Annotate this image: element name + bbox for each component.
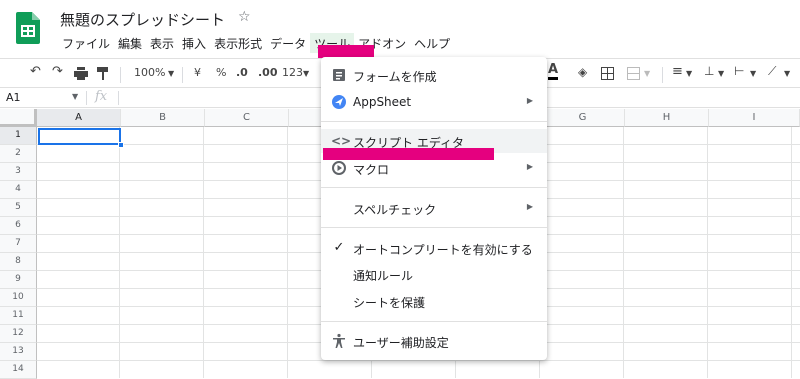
fx-icon: fx bbox=[95, 89, 108, 104]
undo-icon[interactable]: ↶ bbox=[30, 64, 41, 79]
menu-item-label: ユーザー補助設定 bbox=[353, 336, 449, 350]
print-icon[interactable] bbox=[74, 67, 88, 80]
zoom-select[interactable]: 100% bbox=[134, 66, 165, 79]
column-header[interactable]: G bbox=[541, 109, 625, 127]
merge-cells-icon[interactable] bbox=[627, 67, 640, 80]
align-caret-icon: ▼ bbox=[686, 69, 693, 78]
row-header[interactable]: 11 bbox=[0, 307, 37, 325]
row-header[interactable]: 2 bbox=[0, 145, 37, 163]
currency-button[interactable]: ¥ bbox=[194, 66, 201, 79]
menu-item-create-form[interactable]: フォームを作成 bbox=[321, 63, 547, 87]
merge-caret-icon: ▼ bbox=[644, 69, 651, 78]
menu-item-accessibility[interactable]: ユーザー補助設定 bbox=[321, 329, 547, 353]
text-color-icon[interactable]: A bbox=[548, 63, 559, 80]
menu-item-label: 通知ルール bbox=[353, 269, 414, 283]
header: 無題のスプレッドシート ☆ ファイル 編集 表示 挿入 表示形式 データ ツール… bbox=[0, 0, 800, 56]
row-header[interactable]: 5 bbox=[0, 199, 37, 217]
tools-menu: フォームを作成 AppSheet ▶ <> スクリプト エディタ マクロ ▶ ス… bbox=[321, 57, 547, 360]
borders-icon[interactable] bbox=[601, 67, 614, 80]
submenu-arrow-icon: ▶ bbox=[526, 96, 533, 105]
menu-item-label: シートを保護 bbox=[353, 296, 426, 310]
menu-edit[interactable]: 編集 bbox=[114, 33, 146, 53]
align-horizontal-icon[interactable]: ≡ bbox=[672, 64, 683, 79]
paint-format-icon[interactable] bbox=[97, 67, 109, 80]
menu-item-label: AppSheet bbox=[353, 95, 412, 109]
formula-divider bbox=[86, 91, 87, 105]
selected-cell-a1[interactable] bbox=[38, 128, 121, 145]
script-editor-highlight-marker bbox=[323, 148, 494, 160]
menu-format[interactable]: 表示形式 bbox=[210, 33, 266, 53]
row-header[interactable]: 12 bbox=[0, 325, 37, 343]
increase-decimal-button[interactable]: .00 bbox=[258, 66, 278, 79]
valign-caret-icon: ▼ bbox=[718, 69, 725, 78]
submenu-arrow-icon: ▶ bbox=[526, 162, 533, 171]
row-header[interactable]: 9 bbox=[0, 271, 37, 289]
menu-divider bbox=[321, 121, 547, 122]
menu-help[interactable]: ヘルプ bbox=[410, 33, 454, 53]
redo-icon[interactable]: ↷ bbox=[52, 64, 63, 79]
menu-file[interactable]: ファイル bbox=[58, 33, 114, 53]
menu-divider bbox=[321, 187, 547, 188]
sheets-logo-icon[interactable] bbox=[16, 12, 40, 44]
column-header[interactable]: H bbox=[625, 109, 709, 127]
submenu-arrow-icon: ▶ bbox=[526, 202, 533, 211]
text-wrap-icon[interactable]: ⊢ bbox=[734, 64, 744, 78]
menu-divider bbox=[321, 227, 547, 228]
accessibility-icon bbox=[333, 333, 345, 348]
menu-item-protect-sheet[interactable]: シートを保護 bbox=[321, 289, 547, 313]
check-icon: ✓ bbox=[333, 240, 345, 255]
text-rotation-icon[interactable]: ⟋ bbox=[768, 64, 776, 79]
column-header[interactable]: B bbox=[121, 109, 205, 127]
fill-handle[interactable] bbox=[118, 142, 124, 148]
macro-icon bbox=[332, 161, 346, 175]
column-header[interactable]: C bbox=[205, 109, 289, 127]
menu-item-label: マクロ bbox=[353, 163, 390, 177]
row-header[interactable]: 7 bbox=[0, 235, 37, 253]
menu-item-label: オートコンプリートを有効にする bbox=[353, 243, 533, 257]
appsheet-icon bbox=[332, 95, 346, 109]
menu-item-notification-rules[interactable]: 通知ルール bbox=[321, 262, 547, 286]
menu-view[interactable]: 表示 bbox=[146, 33, 178, 53]
menu-bar: ファイル 編集 表示 挿入 表示形式 データ ツール アドオン ヘルプ bbox=[58, 33, 454, 53]
toolbar-divider bbox=[182, 67, 183, 83]
toolbar-divider bbox=[120, 67, 121, 83]
row-header[interactable]: 1 bbox=[0, 127, 37, 145]
document-title[interactable]: 無題のスプレッドシート bbox=[60, 9, 225, 30]
column-header[interactable]: I bbox=[709, 109, 800, 127]
menu-data[interactable]: データ bbox=[266, 33, 310, 53]
menu-item-autocomplete[interactable]: ✓ オートコンプリートを有効にする bbox=[321, 236, 547, 260]
row-header[interactable]: 3 bbox=[0, 163, 37, 181]
column-header[interactable]: A bbox=[37, 109, 121, 127]
formula-divider bbox=[118, 91, 119, 105]
menu-divider bbox=[321, 321, 547, 322]
wrap-caret-icon: ▼ bbox=[750, 69, 757, 78]
more-formats-button[interactable]: 123 bbox=[282, 66, 303, 79]
decrease-decimal-button[interactable]: .0 bbox=[236, 66, 248, 79]
formats-caret-icon: ▼ bbox=[303, 69, 310, 78]
row-header[interactable]: 14 bbox=[0, 361, 37, 379]
name-box-caret-icon[interactable]: ▼ bbox=[72, 92, 78, 101]
form-icon bbox=[333, 69, 345, 81]
menu-item-label: スペルチェック bbox=[353, 203, 437, 217]
row-header[interactable]: 10 bbox=[0, 289, 37, 307]
menu-item-label: フォームを作成 bbox=[353, 70, 437, 84]
star-icon[interactable]: ☆ bbox=[238, 9, 251, 25]
row-header[interactable]: 13 bbox=[0, 343, 37, 361]
menu-item-appsheet[interactable]: AppSheet ▶ bbox=[321, 90, 547, 114]
menu-insert[interactable]: 挿入 bbox=[178, 33, 210, 53]
select-all-corner[interactable] bbox=[0, 109, 37, 127]
align-vertical-icon[interactable]: ⊥ bbox=[704, 64, 714, 78]
row-header[interactable]: 8 bbox=[0, 253, 37, 271]
row-header[interactable]: 4 bbox=[0, 181, 37, 199]
fill-color-icon[interactable]: ◈ bbox=[578, 65, 587, 79]
percent-button[interactable]: % bbox=[216, 66, 226, 79]
row-header[interactable]: 6 bbox=[0, 217, 37, 235]
zoom-caret-icon: ▼ bbox=[168, 69, 175, 78]
menu-item-spellcheck[interactable]: スペルチェック ▶ bbox=[321, 196, 547, 220]
code-icon: <> bbox=[331, 134, 352, 148]
name-box[interactable]: A1 bbox=[6, 91, 21, 104]
toolbar-divider bbox=[662, 67, 663, 83]
rotation-caret-icon: ▼ bbox=[784, 69, 791, 78]
